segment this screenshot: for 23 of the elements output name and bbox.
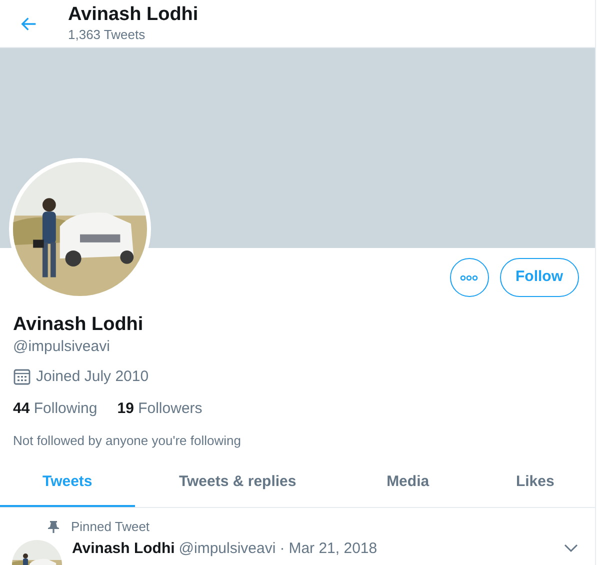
profile-name: Avinash Lodhi bbox=[13, 313, 144, 337]
chevron-down-icon[interactable] bbox=[564, 544, 578, 553]
profile-tab[interactable]: Tweets bbox=[0, 460, 135, 506]
more-icon bbox=[460, 274, 478, 280]
follow-button[interactable]: Follow bbox=[500, 258, 579, 297]
tweet-date[interactable]: Mar 21, 2018 bbox=[288, 538, 378, 560]
calendar-icon bbox=[13, 368, 31, 386]
profile-tab[interactable]: Likes bbox=[475, 460, 595, 506]
followers-link[interactable]: 19 Followers bbox=[117, 398, 202, 420]
tweet-author[interactable]: Avinash Lodhi bbox=[72, 538, 175, 560]
profile-handle: @impulsiveavi bbox=[13, 337, 111, 357]
following-link[interactable]: 44 Following bbox=[13, 398, 98, 420]
profile-tab[interactable]: Media bbox=[340, 460, 476, 506]
header-title: Avinash Lodhi bbox=[68, 4, 198, 26]
join-date: Joined July 2010 bbox=[36, 367, 149, 387]
profile-tab[interactable]: Tweets & replies bbox=[134, 460, 340, 506]
separator: · bbox=[280, 539, 285, 559]
more-button[interactable] bbox=[450, 258, 488, 297]
tweet-count: 1,363 Tweets bbox=[68, 26, 146, 44]
pin-icon bbox=[48, 520, 59, 533]
followers-note: Not followed by anyone you're following bbox=[13, 432, 242, 450]
pinned-label: Pinned Tweet bbox=[71, 518, 150, 536]
tweet-handle: @impulsiveavi bbox=[178, 539, 276, 559]
